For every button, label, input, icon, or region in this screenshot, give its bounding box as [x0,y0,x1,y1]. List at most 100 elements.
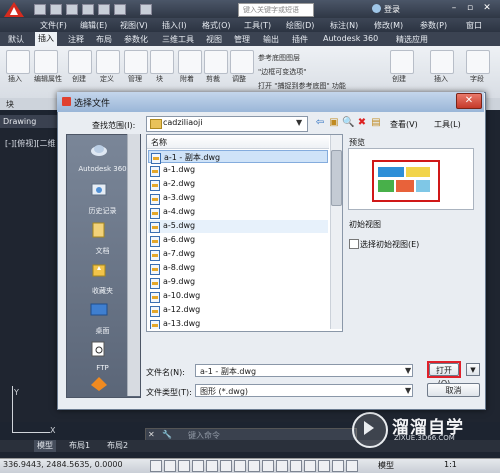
delete-icon[interactable]: ✖ [356,116,368,129]
search-web-icon[interactable]: 🔍 [342,116,354,129]
3dosnap-icon[interactable] [234,460,246,472]
infer-icon[interactable] [150,460,162,472]
osnap-icon[interactable] [220,460,232,472]
define-attribute-icon[interactable] [96,50,120,74]
dialog-close-button[interactable]: ✕ [456,93,482,109]
saveas-icon[interactable] [82,4,94,15]
ducs-icon[interactable] [262,460,274,472]
open-options-chevron-icon[interactable]: ▼ [466,363,480,376]
file-item[interactable]: a-4.dwg [148,206,328,219]
dyn-icon[interactable] [276,460,288,472]
field-icon[interactable] [466,50,490,74]
menu-view[interactable]: 视图(V) [120,20,148,31]
create-block-icon[interactable] [68,50,92,74]
place-documents[interactable]: 文档 [66,246,139,256]
cloud-icon[interactable] [90,141,108,157]
select-initial-view-checkbox[interactable] [349,239,359,249]
menu-insert[interactable]: 插入(I) [162,20,187,31]
file-item[interactable]: a-2.dwg [148,178,328,191]
maximize-icon[interactable]: ▫ [464,2,476,14]
scrollbar-thumb[interactable] [331,150,342,206]
tab-default[interactable]: 默认 [8,34,24,45]
clip-icon[interactable] [204,50,228,74]
insert-data-icon[interactable] [430,50,454,74]
tab-insert[interactable]: 插入 [35,32,57,46]
autocad-logo-icon[interactable] [3,1,25,18]
menu-parametric[interactable]: 参数(P) [420,20,447,31]
tab-plugins[interactable]: 插件 [292,34,308,45]
favorites-icon[interactable] [90,262,108,278]
undo-icon[interactable] [114,4,126,15]
tab-featured-apps[interactable]: 精选应用 [396,34,428,45]
chevron-down-icon[interactable]: ▼ [296,118,302,127]
menu-format[interactable]: 格式(O) [202,20,231,31]
login-link[interactable]: 登录 [384,4,400,15]
place-history[interactable]: 历史记录 [66,206,139,216]
history-icon[interactable] [90,182,108,198]
place-desktop[interactable]: 桌面 [66,326,139,336]
back-icon[interactable]: ⇦ [314,116,326,129]
ref-underlay-layers[interactable]: 参考底图图层 [258,53,300,63]
transparency-icon[interactable] [304,460,316,472]
tab-autodesk-360[interactable]: Autodesk 360 [323,34,378,43]
menu-window[interactable]: 窗口 [466,20,482,31]
menu-tools[interactable]: 工具(T) [244,20,271,31]
tab-manage[interactable]: 管理 [234,34,250,45]
close-icon[interactable]: ✕ [148,430,155,439]
attach-icon[interactable] [178,50,202,74]
tab-model[interactable]: 模型 [34,440,56,452]
ortho-icon[interactable] [192,460,204,472]
cancel-button[interactable]: 取消 [427,383,480,397]
dialog-title-bar[interactable] [57,92,484,112]
insert-block-icon[interactable] [6,50,30,74]
otrack-icon[interactable] [248,460,260,472]
polar-icon[interactable] [206,460,218,472]
new-folder-icon[interactable]: ▤ [370,116,382,129]
annotation-scale[interactable]: 1:1 [444,460,457,469]
tools-menu[interactable]: 工具(L) [434,119,461,130]
model-space-toggle[interactable]: 模型 [378,460,394,471]
file-item[interactable]: a-1.dwg [148,164,328,177]
file-item-a1-copy[interactable]: a-1 - 副本.dwg [148,150,328,164]
minimize-icon[interactable]: – [448,2,460,14]
menu-edit[interactable]: 编辑(E) [80,20,107,31]
new-icon[interactable] [34,4,46,15]
tab-parametric[interactable]: 参数化 [124,34,148,45]
redo-icon[interactable] [140,4,152,15]
tab-3d-tools[interactable]: 三维工具 [162,34,194,45]
snap-icon[interactable] [164,460,176,472]
file-item[interactable]: a-5.dwg [148,220,328,233]
user-icon[interactable] [372,4,381,13]
file-name-input[interactable]: a-1 - 副本.dwg [195,364,413,377]
create-field-icon[interactable] [390,50,414,74]
ref-snap-underlay[interactable]: 打开 "捕捉到参考底图" 功能 [258,81,346,91]
tab-layout1[interactable]: 布局1 [66,440,93,452]
lineweight-icon[interactable] [290,460,302,472]
tab-layout2[interactable]: 布局2 [104,440,131,452]
grid-icon[interactable] [178,460,190,472]
menu-modify[interactable]: 修改(M) [374,20,403,31]
column-name[interactable]: 名称 [151,137,167,148]
open-button[interactable]: 打开(O) [429,363,459,388]
tab-view[interactable]: 视图 [206,34,222,45]
file-item[interactable]: a-8.dwg [148,262,328,275]
place-ftp[interactable]: FTP [66,364,139,372]
place-favorites[interactable]: 收藏夹 [66,286,139,296]
menu-file[interactable]: 文件(F) [40,20,67,31]
file-type-dropdown[interactable]: 图形 (*.dwg) [195,384,413,397]
file-item[interactable]: a-12.dwg [148,304,328,317]
selection-cycling-icon[interactable] [332,460,344,472]
ref-frame-option[interactable]: "边框可变选项" [258,67,306,77]
column-header[interactable] [147,135,329,149]
adjust-icon[interactable] [230,50,254,74]
annotation-monitor-icon[interactable] [346,460,358,472]
file-item[interactable]: a-6.dwg [148,234,328,247]
quickprops-icon[interactable] [318,460,330,472]
file-item[interactable]: a-9.dwg [148,276,328,289]
block-panel-label[interactable]: 块 [6,99,14,110]
block-editor-icon[interactable] [150,50,174,74]
buzzsaw-icon[interactable] [90,376,108,392]
file-item[interactable]: a-3.dwg [148,192,328,205]
tab-output[interactable]: 输出 [263,34,279,45]
save-icon[interactable] [66,4,78,15]
